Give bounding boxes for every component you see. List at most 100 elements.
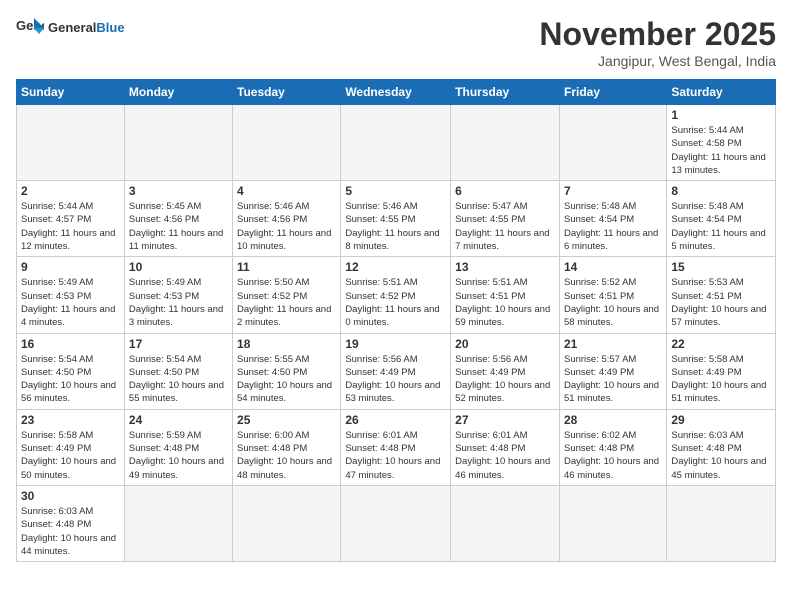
- day-info: Sunrise: 5:56 AMSunset: 4:49 PMDaylight:…: [455, 353, 555, 406]
- day-info: Sunrise: 5:58 AMSunset: 4:49 PMDaylight:…: [21, 429, 120, 482]
- day-info: Sunrise: 6:02 AMSunset: 4:48 PMDaylight:…: [564, 429, 662, 482]
- calendar-day-cell: [233, 485, 341, 561]
- day-number: 30: [21, 489, 120, 503]
- day-info: Sunrise: 5:47 AMSunset: 4:55 PMDaylight:…: [455, 200, 555, 253]
- day-info: Sunrise: 5:44 AMSunset: 4:57 PMDaylight:…: [21, 200, 120, 253]
- calendar-day-cell: [233, 105, 341, 181]
- logo-general: General: [48, 20, 96, 35]
- day-number: 21: [564, 337, 662, 351]
- calendar-day-cell: [124, 105, 232, 181]
- day-number: 1: [671, 108, 771, 122]
- weekday-header-cell: Monday: [124, 80, 232, 105]
- calendar-day-cell: 25 Sunrise: 6:00 AMSunset: 4:48 PMDayligh…: [233, 409, 341, 485]
- calendar-day-cell: 18 Sunrise: 5:55 AMSunset: 4:50 PMDayligh…: [233, 333, 341, 409]
- calendar-day-cell: 6Sunrise: 5:47 AMSunset: 4:55 PMDaylight…: [451, 181, 560, 257]
- calendar-day-cell: [124, 485, 232, 561]
- weekday-header-cell: Friday: [559, 80, 666, 105]
- day-info: Sunrise: 5:44 AMSunset: 4:58 PMDaylight:…: [671, 124, 771, 177]
- calendar-day-cell: 7 Sunrise: 5:48 AMSunset: 4:54 PMDaylight…: [559, 181, 666, 257]
- day-info: Sunrise: 5:52 AMSunset: 4:51 PMDaylight:…: [564, 276, 662, 329]
- day-number: 17: [129, 337, 228, 351]
- day-info: Sunrise: 5:46 AMSunset: 4:55 PMDaylight:…: [345, 200, 446, 253]
- weekday-header-row: SundayMondayTuesdayWednesdayThursdayFrid…: [17, 80, 776, 105]
- calendar-day-cell: [559, 105, 666, 181]
- day-number: 7: [564, 184, 662, 198]
- day-number: 26: [345, 413, 446, 427]
- calendar-day-cell: 2 Sunrise: 5:44 AMSunset: 4:57 PMDaylight…: [17, 181, 125, 257]
- day-number: 19: [345, 337, 446, 351]
- calendar-body: 1 Sunrise: 5:44 AMSunset: 4:58 PMDaylight…: [17, 105, 776, 562]
- day-info: Sunrise: 5:57 AMSunset: 4:49 PMDaylight:…: [564, 353, 662, 406]
- calendar-day-cell: 1 Sunrise: 5:44 AMSunset: 4:58 PMDaylight…: [667, 105, 776, 181]
- day-info: Sunrise: 5:45 AMSunset: 4:56 PMDaylight:…: [129, 200, 228, 253]
- location: Jangipur, West Bengal, India: [539, 53, 776, 69]
- calendar-day-cell: 21 Sunrise: 5:57 AMSunset: 4:49 PMDayligh…: [559, 333, 666, 409]
- day-info: Sunrise: 5:59 AMSunset: 4:48 PMDaylight:…: [129, 429, 228, 482]
- day-info: Sunrise: 5:51 AMSunset: 4:52 PMDaylight:…: [345, 276, 446, 329]
- calendar-day-cell: 5 Sunrise: 5:46 AMSunset: 4:55 PMDaylight…: [341, 181, 451, 257]
- day-number: 28: [564, 413, 662, 427]
- day-info: Sunrise: 5:48 AMSunset: 4:54 PMDaylight:…: [564, 200, 662, 253]
- day-number: 18: [237, 337, 336, 351]
- calendar-day-cell: 14 Sunrise: 5:52 AMSunset: 4:51 PMDayligh…: [559, 257, 666, 333]
- day-number: 2: [21, 184, 120, 198]
- calendar-week-row: 23 Sunrise: 5:58 AMSunset: 4:49 PMDayligh…: [17, 409, 776, 485]
- weekday-header-cell: Wednesday: [341, 80, 451, 105]
- day-number: 14: [564, 260, 662, 274]
- calendar-day-cell: [341, 485, 451, 561]
- calendar-day-cell: 15 Sunrise: 5:53 AMSunset: 4:51 PMDayligh…: [667, 257, 776, 333]
- calendar-day-cell: 16Sunrise: 5:54 AMSunset: 4:50 PMDayligh…: [17, 333, 125, 409]
- day-info: Sunrise: 5:51 AMSunset: 4:51 PMDaylight:…: [455, 276, 555, 329]
- day-number: 27: [455, 413, 555, 427]
- day-number: 11: [237, 260, 336, 274]
- day-info: Sunrise: 5:50 AMSunset: 4:52 PMDaylight:…: [237, 276, 336, 329]
- calendar-week-row: 1 Sunrise: 5:44 AMSunset: 4:58 PMDaylight…: [17, 105, 776, 181]
- calendar-day-cell: 9Sunrise: 5:49 AMSunset: 4:53 PMDaylight…: [17, 257, 125, 333]
- calendar-day-cell: 4Sunrise: 5:46 AMSunset: 4:56 PMDaylight…: [233, 181, 341, 257]
- month-title: November 2025: [539, 16, 776, 53]
- calendar-day-cell: 13Sunrise: 5:51 AMSunset: 4:51 PMDayligh…: [451, 257, 560, 333]
- day-number: 10: [129, 260, 228, 274]
- calendar-day-cell: 27 Sunrise: 6:01 AMSunset: 4:48 PMDayligh…: [451, 409, 560, 485]
- day-info: Sunrise: 5:48 AMSunset: 4:54 PMDaylight:…: [671, 200, 771, 253]
- calendar-day-cell: 12Sunrise: 5:51 AMSunset: 4:52 PMDayligh…: [341, 257, 451, 333]
- calendar-day-cell: [451, 105, 560, 181]
- calendar-day-cell: [451, 485, 560, 561]
- day-info: Sunrise: 5:56 AMSunset: 4:49 PMDaylight:…: [345, 353, 446, 406]
- calendar-day-cell: 11 Sunrise: 5:50 AMSunset: 4:52 PMDayligh…: [233, 257, 341, 333]
- day-number: 9: [21, 260, 120, 274]
- day-number: 20: [455, 337, 555, 351]
- calendar-day-cell: 8 Sunrise: 5:48 AMSunset: 4:54 PMDaylight…: [667, 181, 776, 257]
- day-number: 5: [345, 184, 446, 198]
- day-number: 4: [237, 184, 336, 198]
- day-number: 16: [21, 337, 120, 351]
- calendar-day-cell: [17, 105, 125, 181]
- page-header: General GeneralBlue November 2025 Jangip…: [16, 16, 776, 69]
- logo-blue: Blue: [96, 20, 124, 35]
- day-info: Sunrise: 6:00 AMSunset: 4:48 PMDaylight:…: [237, 429, 336, 482]
- calendar-day-cell: [667, 485, 776, 561]
- day-number: 29: [671, 413, 771, 427]
- day-number: 23: [21, 413, 120, 427]
- day-info: Sunrise: 5:55 AMSunset: 4:50 PMDaylight:…: [237, 353, 336, 406]
- calendar-day-cell: 28 Sunrise: 6:02 AMSunset: 4:48 PMDayligh…: [559, 409, 666, 485]
- day-number: 3: [129, 184, 228, 198]
- day-info: Sunrise: 5:53 AMSunset: 4:51 PMDaylight:…: [671, 276, 771, 329]
- calendar-week-row: 2 Sunrise: 5:44 AMSunset: 4:57 PMDaylight…: [17, 181, 776, 257]
- calendar-week-row: 16Sunrise: 5:54 AMSunset: 4:50 PMDayligh…: [17, 333, 776, 409]
- logo-icon: General: [16, 16, 44, 38]
- day-info: Sunrise: 6:03 AMSunset: 4:48 PMDaylight:…: [21, 505, 120, 558]
- calendar-day-cell: 10Sunrise: 5:49 AMSunset: 4:53 PMDayligh…: [124, 257, 232, 333]
- calendar-day-cell: [341, 105, 451, 181]
- calendar-table: SundayMondayTuesdayWednesdayThursdayFrid…: [16, 79, 776, 562]
- day-number: 8: [671, 184, 771, 198]
- day-number: 25: [237, 413, 336, 427]
- day-info: Sunrise: 5:58 AMSunset: 4:49 PMDaylight:…: [671, 353, 771, 406]
- weekday-header-cell: Tuesday: [233, 80, 341, 105]
- logo: General GeneralBlue: [16, 16, 125, 38]
- weekday-header-cell: Sunday: [17, 80, 125, 105]
- day-info: Sunrise: 6:01 AMSunset: 4:48 PMDaylight:…: [455, 429, 555, 482]
- calendar-day-cell: [559, 485, 666, 561]
- calendar-day-cell: 19 Sunrise: 5:56 AMSunset: 4:49 PMDayligh…: [341, 333, 451, 409]
- day-number: 15: [671, 260, 771, 274]
